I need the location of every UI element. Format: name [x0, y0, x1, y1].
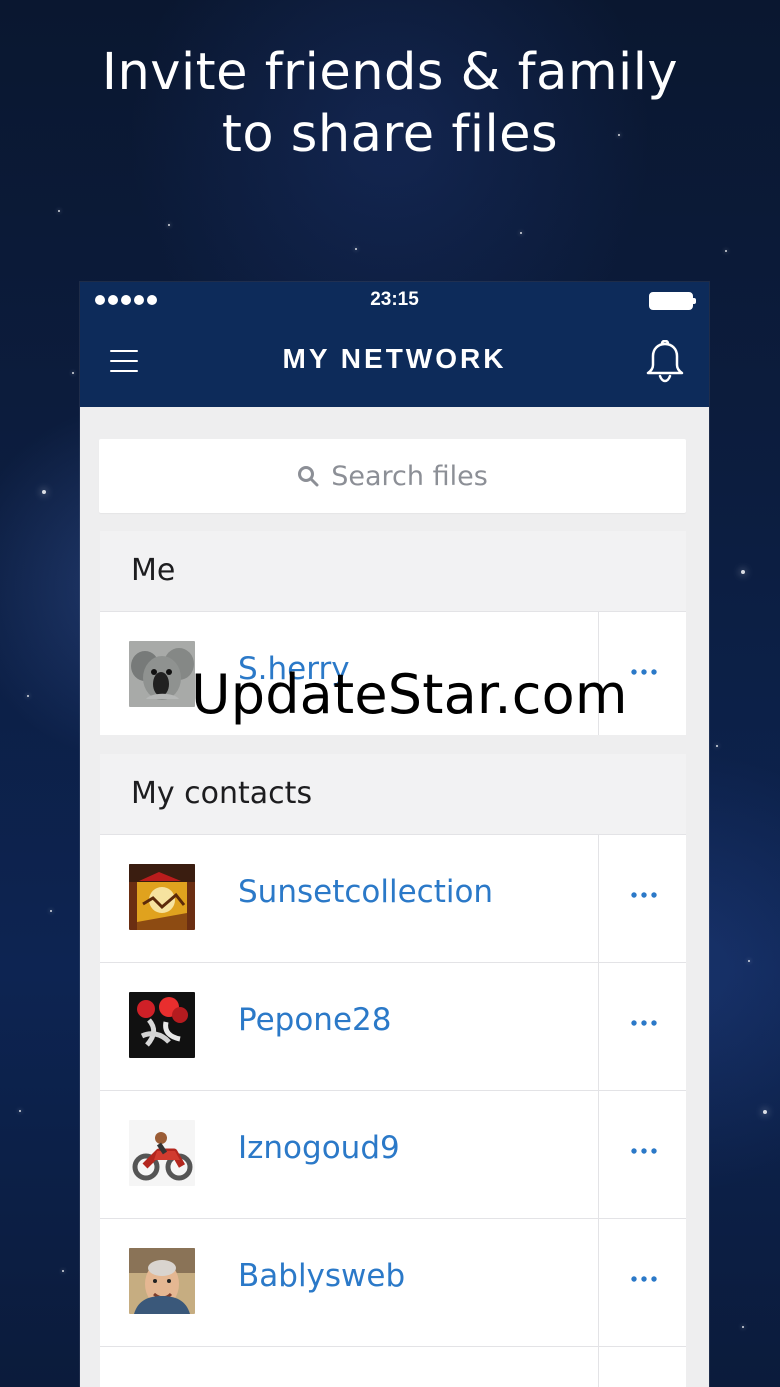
star [72, 372, 74, 374]
search-placeholder: Search files [331, 460, 488, 492]
list-item[interactable]: Sunsetcollection [100, 834, 686, 962]
page-title: MY NETWORK [282, 343, 507, 374]
partial-more-cell [598, 1347, 686, 1387]
star [19, 1110, 21, 1112]
contact-name[interactable]: Pepone28 [238, 1000, 391, 1040]
more-icon [631, 1148, 657, 1154]
watermark: UpdateStar.com [191, 663, 628, 726]
list-item[interactable]: Iznogoud9 [100, 1090, 686, 1218]
more-icon [631, 1276, 657, 1282]
star [748, 960, 750, 962]
motorbike-avatar [129, 1120, 195, 1186]
more-icon [631, 669, 657, 675]
contacts-section-title: My contacts [100, 754, 686, 834]
search-icon [298, 466, 319, 487]
battery-icon [649, 292, 696, 310]
contact-name[interactable]: Bablysweb [238, 1256, 405, 1296]
face-avatar [129, 1248, 195, 1314]
star [520, 232, 522, 234]
headline-line-2: to share files [221, 105, 559, 164]
me-section-title: Me [100, 531, 686, 611]
status-bar: 23:15 [80, 282, 709, 319]
star [741, 570, 745, 574]
top-navigation-bar: MY NETWORK [80, 319, 709, 407]
star [50, 910, 52, 912]
list-item[interactable]: Bablysweb [100, 1218, 686, 1346]
more-options-button[interactable] [598, 1219, 686, 1346]
more-icon [631, 1020, 657, 1026]
koala-avatar [129, 641, 195, 707]
more-icon [631, 892, 657, 898]
phone-screen: 23:15 MY NETWORK Search files Me S.herry… [80, 282, 709, 1387]
contact-name[interactable]: Sunsetcollection [238, 872, 493, 912]
contact-name[interactable]: Iznogoud9 [238, 1128, 400, 1168]
star [168, 224, 170, 226]
list-item[interactable]: Pepone28 [100, 962, 686, 1090]
star [725, 250, 727, 252]
star [763, 1110, 767, 1114]
star [42, 490, 46, 494]
headline: Invite friends & family to share files [0, 42, 780, 166]
bell-icon[interactable] [644, 340, 686, 384]
star [62, 1270, 64, 1272]
rose-avatar [129, 992, 195, 1058]
partial-list-item [100, 1346, 686, 1387]
search-field[interactable]: Search files [99, 439, 686, 513]
headline-line-1: Invite friends & family [101, 43, 679, 102]
more-options-button[interactable] [598, 835, 686, 962]
sunset-avatar [129, 864, 195, 930]
more-options-button[interactable] [598, 1091, 686, 1218]
star [716, 745, 718, 747]
more-options-button[interactable] [598, 963, 686, 1090]
contacts-section: My contacts Sunsetcollection Pepone28 Iz… [100, 754, 686, 1387]
star [58, 210, 60, 212]
status-time: 23:15 [370, 289, 419, 310]
star [742, 1326, 744, 1328]
star [27, 695, 29, 697]
star [355, 248, 357, 250]
